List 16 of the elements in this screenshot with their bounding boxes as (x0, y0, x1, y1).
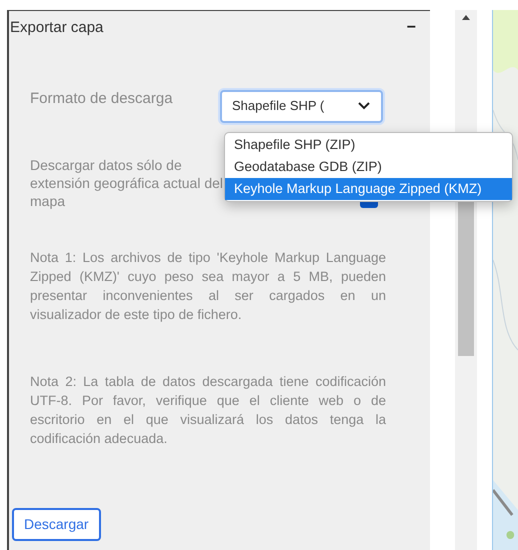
format-label: Formato de descarga (30, 90, 174, 108)
dropdown-option[interactable]: Shapefile SHP (ZIP) (225, 134, 512, 156)
collapse-button[interactable]: − (406, 20, 416, 36)
extent-label: Descargar datos sólo de (30, 156, 182, 174)
extent-label: extensión geográfica actual del (30, 174, 224, 192)
scrollbar-thumb[interactable] (458, 200, 474, 356)
chevron-down-icon (357, 101, 371, 111)
extent-label: mapa (30, 192, 66, 210)
format-select[interactable]: Shapefile SHP ( (220, 90, 383, 122)
panel-title: Exportar capa (10, 18, 104, 38)
note-text: Nota 1: Los archivos de tipo 'Keyhole Markup Language Zipped (KMZ)' cuyo peso sea mayor a 5 MB, pueden presentar inconvenientes al ser cargados en un visualizador de este tipo de fichero. (30, 248, 386, 324)
dropdown-option[interactable]: Keyhole Markup Language Zipped (KMZ) (225, 178, 512, 200)
dropdown-option[interactable]: Geodatabase GDB (ZIP) (225, 156, 512, 178)
scroll-up-icon (462, 15, 470, 20)
download-button[interactable]: Descargar (12, 508, 101, 541)
note-text: Nota 2: La tabla de datos descargada tiene codificación UTF-8. Por favor, verifique que el cliente web o de escritorio en el que visualizará los datos tenga la codificación adecuada. (30, 372, 386, 448)
